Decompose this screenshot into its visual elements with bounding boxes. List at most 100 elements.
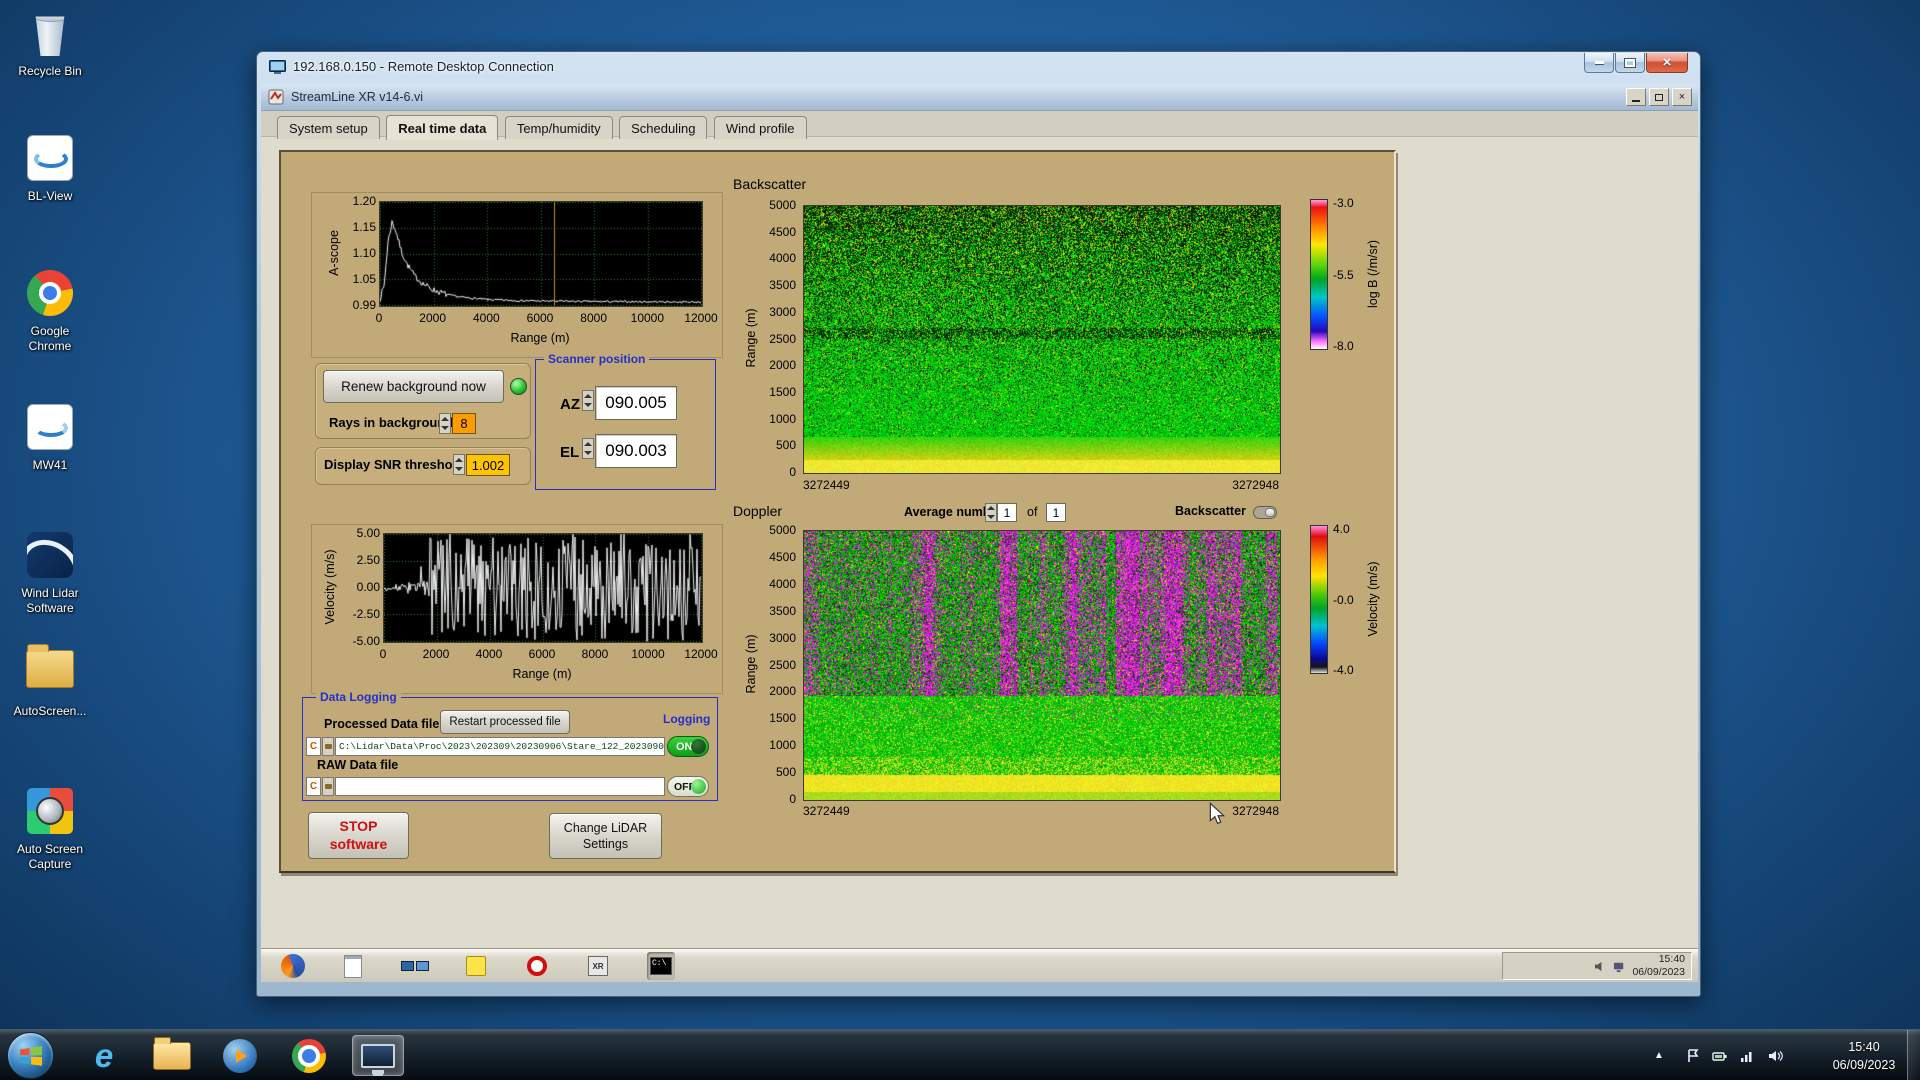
tray-volume-icon[interactable] <box>1768 1030 1784 1080</box>
taskbar-media-player-icon[interactable] <box>214 1035 266 1076</box>
ascope-y-axis-label: A-scope <box>327 230 341 276</box>
ascope-y-ticks: 1.20 1.15 1.10 1.05 0.99 <box>352 194 376 312</box>
start-button[interactable] <box>7 1032 54 1079</box>
change-lidar-settings-button[interactable]: Change LiDAR Settings <box>549 813 662 859</box>
rays-stepper[interactable] <box>439 413 451 434</box>
browse-folder-icon[interactable] <box>322 737 334 756</box>
doppler-colorbar <box>1310 525 1328 674</box>
close-button[interactable]: × <box>1646 53 1688 73</box>
tab-scheduling[interactable]: Scheduling <box>619 116 708 139</box>
average-total-field[interactable]: 1 <box>1046 503 1066 522</box>
tab-wind-profile[interactable]: Wind profile <box>713 116 807 139</box>
taskbar-explorer-icon[interactable] <box>146 1035 198 1076</box>
show-desktop-button[interactable] <box>1907 1030 1920 1080</box>
desktop-icon-bl-view[interactable]: BL-View <box>4 133 96 204</box>
minimize-button[interactable] <box>1584 53 1614 73</box>
remote-volume-icon[interactable] <box>1594 960 1607 973</box>
snr-stepper[interactable] <box>453 454 465 475</box>
desktop-icon-recycle-bin[interactable]: Recycle Bin <box>4 8 96 79</box>
velocity-y-axis-label: Velocity (m/s) <box>323 549 337 625</box>
processed-logging-toggle[interactable]: ON <box>667 736 709 757</box>
backscatter-heatmap <box>803 205 1281 474</box>
remote-taskbar-notepad-icon[interactable] <box>339 952 367 980</box>
el-label: EL <box>560 444 580 461</box>
remote-taskbar-console-icon[interactable]: C:\ <box>647 952 675 980</box>
desktop-icon-label: Recycle Bin <box>18 64 82 78</box>
backscatter-x-labels: 3272449 3272948 <box>803 478 1279 492</box>
remote-taskbar-power-icon[interactable] <box>523 952 551 980</box>
remote-taskbar-browser-icon[interactable] <box>279 952 307 980</box>
raw-path-row: C <box>306 776 666 797</box>
ascope-plot <box>379 201 703 307</box>
backscatter-colorbar-ticks: -3.0 -5.5 -8.0 <box>1333 196 1354 353</box>
data-logging-group: Data Logging Processed Data file Restart… <box>302 690 718 801</box>
remote-taskbar-network-icon[interactable] <box>401 952 429 980</box>
app-minimize-button[interactable] <box>1626 88 1646 106</box>
logging-label: Logging <box>663 712 711 726</box>
tray-hidden-icons-arrow[interactable]: ▲ <box>1648 1030 1670 1080</box>
tray-network-icon[interactable] <box>1740 1030 1755 1080</box>
desktop-icon-auto-screen-capture[interactable]: Auto Screen Capture <box>4 786 96 872</box>
browse-folder-icon[interactable] <box>322 777 334 796</box>
backscatter-y-ticks: 5000 4500 4000 3500 3000 2500 2000 1500 1000 500 0 <box>769 198 796 479</box>
remote-clock[interactable]: 15:40 06/09/2023 <box>1632 953 1685 978</box>
tab-temp-humidity[interactable]: Temp/humidity <box>504 116 613 139</box>
remote-desktop: StreamLine XR v14-6.vi × System setup Re… <box>261 84 1698 982</box>
el-value-field[interactable]: 090.003 <box>595 434 677 468</box>
el-stepper[interactable] <box>582 438 594 459</box>
tray-power-icon[interactable] <box>1712 1030 1727 1080</box>
taskbar-rdp-icon[interactable] <box>352 1035 404 1076</box>
backscatter-x-start: 3272449 <box>803 478 850 492</box>
average-stepper[interactable] <box>985 503 997 522</box>
app-restore-button[interactable] <box>1649 88 1669 106</box>
desktop-icon-label: Wind Lidar Software <box>21 586 79 615</box>
maximize-button[interactable] <box>1615 53 1645 73</box>
remote-taskbar: XR C:\ 15:40 06/09/2023 <box>261 948 1698 982</box>
doppler-x-start: 3272449 <box>803 804 850 818</box>
remote-taskbar-app-icon[interactable]: XR <box>584 952 612 980</box>
processed-path-input[interactable]: C:\Lidar\Data\Proc\2023\202309\20230906\… <box>335 737 665 756</box>
desktop-icon-autoscreen[interactable]: AutoScreen... <box>4 643 96 719</box>
app-window-title: StreamLine XR v14-6.vi <box>291 90 424 104</box>
raw-path-input[interactable] <box>335 777 665 796</box>
renew-background-button[interactable]: Renew background now <box>323 370 504 403</box>
app-close-button[interactable]: × <box>1672 88 1692 106</box>
app-window: StreamLine XR v14-6.vi × System setup Re… <box>261 84 1698 948</box>
desktop-icon-label: Google Chrome <box>28 324 72 353</box>
renew-led-indicator <box>510 378 527 395</box>
tab-system-setup[interactable]: System setup <box>277 116 380 139</box>
taskbar-ie-icon[interactable]: e <box>78 1035 130 1076</box>
desktop-icon-label: MW41 <box>32 458 68 472</box>
remote-network-icon[interactable] <box>1613 960 1626 973</box>
desktop-icon-google-chrome[interactable]: Google Chrome <box>4 268 96 354</box>
snr-value-field[interactable]: 1.002 <box>466 454 510 476</box>
rays-value-field[interactable]: 8 <box>452 413 476 434</box>
rdp-titlebar[interactable]: 192.168.0.150 - Remote Desktop Connectio… <box>257 52 1700 84</box>
doppler-colorbar-label: Velocity (m/s) <box>1366 561 1380 637</box>
drive-icon: C <box>306 777 321 796</box>
az-value-field[interactable]: 090.005 <box>595 386 677 420</box>
scanner-position-title: Scanner position <box>544 352 650 366</box>
tab-real-time-data[interactable]: Real time data <box>386 115 499 140</box>
az-stepper[interactable] <box>582 390 594 411</box>
app-titlebar[interactable]: StreamLine XR v14-6.vi × <box>261 84 1698 111</box>
desktop: Recycle Bin BL-View Google Chrome MW41 Wi… <box>0 0 1920 1080</box>
scanner-position-group: Scanner position AZ 090.005 EL 090.003 <box>535 352 716 490</box>
doppler-y-axis-label: Range (m) <box>744 634 758 694</box>
taskbar-clock[interactable]: 15:40 06/09/2023 <box>1818 1038 1910 1074</box>
app-window-icon <box>268 89 284 105</box>
backscatter-colorbar <box>1310 199 1328 350</box>
restart-processed-file-button[interactable]: Restart processed file <box>440 710 570 734</box>
stop-software-button[interactable]: STOP software <box>308 812 409 859</box>
taskbar-chrome-icon[interactable] <box>283 1035 335 1076</box>
remote-taskbar-notes-icon[interactable] <box>462 952 490 980</box>
processed-data-file-label: Processed Data file <box>324 717 440 731</box>
drive-icon: C <box>306 737 321 756</box>
average-number-field[interactable]: 1 <box>997 503 1017 522</box>
desktop-icon-wind-lidar[interactable]: Wind Lidar Software <box>4 530 96 616</box>
desktop-icon-mw41[interactable]: MW41 <box>4 402 96 473</box>
tray-action-center-icon[interactable] <box>1686 1030 1700 1080</box>
velocity-y-ticks: 5.00 2.50 0.00 -2.50 -5.00 <box>352 526 380 648</box>
backscatter-toggle[interactable] <box>1253 506 1277 519</box>
raw-logging-toggle[interactable]: OFF <box>667 776 709 797</box>
